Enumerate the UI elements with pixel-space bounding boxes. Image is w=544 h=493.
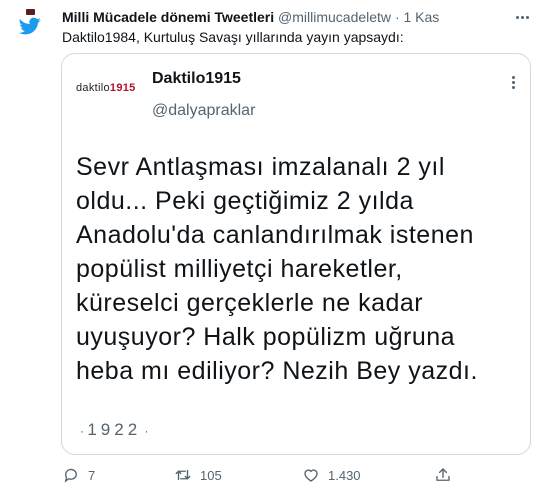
quoted-tweet[interactable]: daktilo1915 Daktilo1915 @dalyapraklar Se…	[61, 53, 531, 455]
twitter-bird-icon	[19, 9, 41, 35]
logo-word: daktilo	[76, 82, 110, 94]
reply-count: 7	[88, 467, 96, 483]
quoted-footer: · 1922 ·	[80, 420, 149, 440]
tweet-time[interactable]: 1 Kas	[404, 9, 440, 25]
retweet-count: 105	[200, 467, 222, 483]
like-icon	[304, 469, 318, 482]
reply-icon	[64, 468, 77, 483]
like-button[interactable]: 1.430	[302, 464, 361, 486]
reply-button[interactable]: 7	[62, 464, 95, 486]
quoted-logo: daktilo1915	[76, 82, 138, 94]
like-count: 1.430	[328, 467, 361, 483]
quoted-author-handle[interactable]: @dalyapraklar	[152, 102, 255, 120]
separator: ·	[394, 9, 400, 25]
retweet-button[interactable]: 105	[174, 464, 222, 486]
more-icon[interactable]	[512, 10, 532, 24]
footer-suffix: ·	[141, 424, 149, 438]
author-handle[interactable]: @millimucadeletw	[278, 9, 391, 25]
share-button[interactable]	[434, 464, 452, 486]
quoted-body-text: Sevr Antlaşması imzalanalı 2 yıl oldu...…	[76, 153, 478, 385]
author-name[interactable]: Milli Mücadele dönemi Tweetleri	[62, 9, 274, 25]
tweet-text: Daktilo1984, Kurtuluş Savaşı yıllarında …	[62, 29, 404, 45]
tweet-header: Milli Mücadele dönemi Tweetleri @millimu…	[62, 9, 504, 26]
action-bar: 7 105 1.430	[62, 464, 538, 486]
avatar[interactable]	[12, 8, 48, 44]
logo-year: 1915	[109, 82, 136, 94]
quoted-author-name[interactable]: Daktilo1915	[152, 70, 241, 88]
share-icon	[436, 468, 450, 481]
footer-year: 1922	[87, 420, 142, 439]
quoted-more-icon[interactable]	[510, 73, 516, 91]
retweet-icon	[175, 469, 191, 481]
